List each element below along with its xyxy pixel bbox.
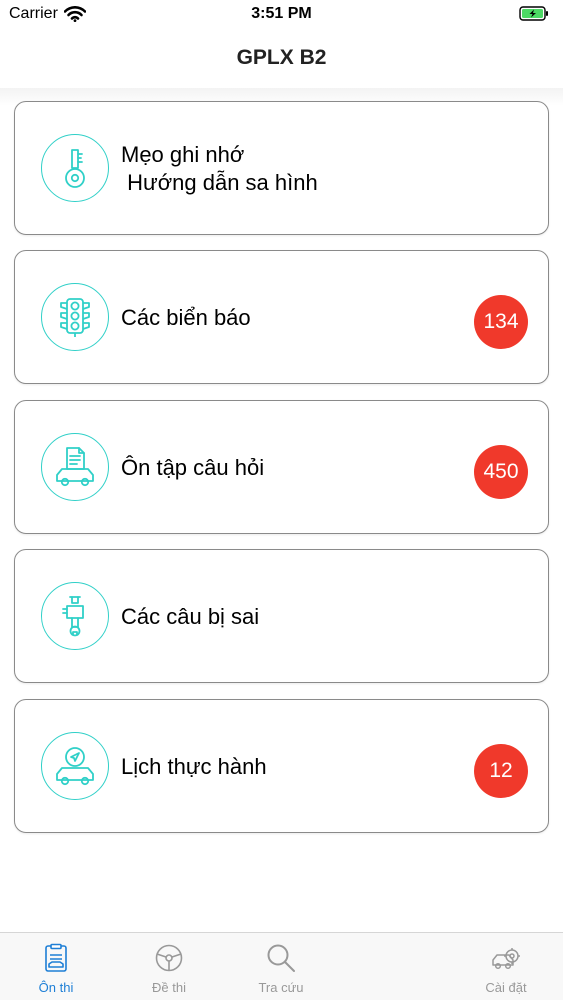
magnifier-icon [267, 944, 295, 972]
page-title: GPLX B2 [236, 46, 327, 69]
tab-label: Đề thi [152, 980, 186, 995]
count-badge: 134 [474, 295, 528, 349]
traffic-light-icon [41, 283, 109, 351]
menu-item-title: Ôn tập câu hỏi [121, 455, 265, 480]
tab-label: Cài đặt [485, 980, 527, 995]
tab-label: Tra cứu [258, 980, 304, 995]
battery-charging-icon [519, 6, 548, 21]
count-badge: 450 [474, 445, 528, 499]
tab-on-thi[interactable]: Ôn thi [6, 933, 106, 1001]
menu-item-wrong-answers[interactable]: Các câu bị sai [14, 549, 549, 683]
tab-de-thi[interactable]: Đề thi [119, 933, 219, 1001]
hand-wrench-icon [41, 582, 109, 650]
menu-item-label: Ôn tập câu hỏi [121, 401, 264, 535]
status-time: 3:51 PM [251, 5, 312, 22]
navigation-bar: GPLX B2 [0, 30, 563, 88]
key-icon [41, 134, 109, 202]
menu-item-title: Lịch thực hành [121, 754, 267, 779]
menu-item-title: Các biển báo [121, 305, 251, 330]
menu-item-title: Các câu bị sai [121, 604, 260, 629]
car-navigation-icon [41, 732, 109, 800]
car-document-icon [41, 433, 109, 501]
menu-item-label: Mẹo ghi nhớ Hướng dẫn sa hình [121, 102, 318, 236]
menu-list: Mẹo ghi nhớ Hướng dẫn sa hình Các biển b… [0, 88, 563, 932]
menu-item-label: Các biển báo [121, 251, 251, 385]
menu-item-label: Lịch thực hành [121, 700, 267, 834]
exam-list-icon [45, 943, 67, 972]
car-gear-icon [492, 948, 520, 970]
status-bar: Carrier 3:51 PM [0, 0, 563, 30]
menu-item-tips-guide[interactable]: Mẹo ghi nhớ Hướng dẫn sa hình [14, 101, 549, 235]
count-badge: 12 [474, 744, 528, 798]
menu-item-subtitle: Hướng dẫn sa hình [121, 170, 318, 195]
menu-item-practice-schedule[interactable]: Lịch thực hành 12 [14, 699, 549, 833]
menu-item-road-signs[interactable]: Các biển báo 134 [14, 250, 549, 384]
steering-wheel-icon [155, 944, 183, 972]
tab-cai-dat[interactable]: Cài đặt [456, 933, 556, 1001]
tab-label: Ôn thi [38, 980, 74, 995]
tab-tra-cuu[interactable]: Tra cứu [231, 933, 331, 1001]
menu-item-title: Mẹo ghi nhớ [121, 142, 245, 167]
menu-item-label: Các câu bị sai [121, 550, 259, 684]
menu-item-question-review[interactable]: Ôn tập câu hỏi 450 [14, 400, 549, 534]
tab-bar: Ôn thi Đề thi Tra cứu Cài đặt [0, 932, 563, 1000]
